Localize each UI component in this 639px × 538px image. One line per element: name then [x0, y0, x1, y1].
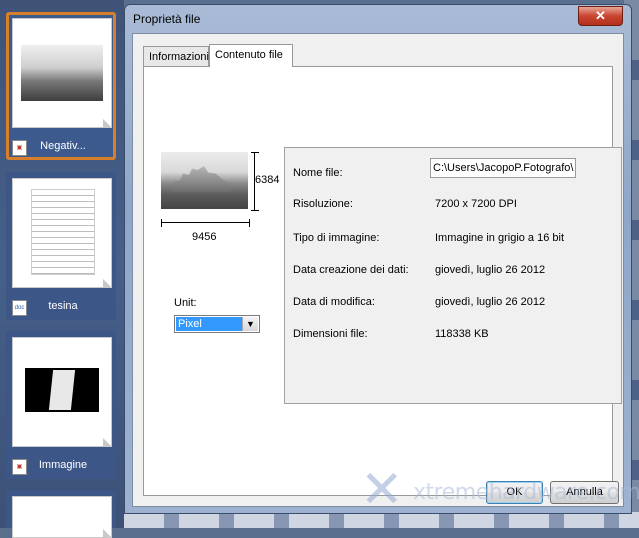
preview-town-shape	[171, 166, 231, 192]
background-window-edge	[124, 512, 639, 528]
thumbnail-preview	[12, 18, 112, 128]
thumbnail-preview	[12, 178, 112, 288]
ok-button[interactable]: OK	[486, 481, 543, 504]
image-type-label: Tipo di immagine:	[293, 232, 380, 244]
cancel-button[interactable]: Annulla	[550, 481, 619, 504]
thumbnail-label: Negativ...	[40, 140, 86, 152]
resolution-label: Risoluzione:	[293, 198, 353, 210]
image-type-value: Immagine in grigio a 16 bit	[435, 232, 565, 244]
tab-contenuto-file[interactable]: Contenuto file	[209, 44, 293, 67]
thumbnail-negativ[interactable]: ▣ Negativ...	[6, 12, 116, 160]
file-size-value: 118338 KB	[435, 328, 489, 340]
image-width-value: 9456	[192, 231, 217, 243]
created-date-label: Data creazione dei dati:	[293, 264, 409, 276]
image-height-value: 6384	[255, 174, 280, 186]
created-date-value: giovedì, luglio 26 2012	[435, 264, 546, 276]
thumbnail-label: tesina	[48, 300, 78, 312]
unit-label: Unit:	[174, 297, 197, 309]
document-thumbnail	[31, 189, 95, 275]
dialog-client-area: Informazioni Contenuto file 9456 6384 Un…	[132, 33, 624, 507]
chevron-down-icon[interactable]: ▼	[242, 317, 258, 331]
thumbnail-panel: ▣ Negativ... doc tesina ▣ Immagine	[0, 0, 124, 538]
dialog-title: Proprietà file	[133, 12, 201, 26]
modified-date-value: giovedì, luglio 26 2012	[435, 296, 546, 308]
unit-selected-value: Pixel	[176, 317, 242, 331]
tab-panel: 9456 6384 Unit: Pixel ▼ Nome file: C:\Us…	[143, 66, 622, 496]
image-thumbnail	[25, 368, 99, 412]
thumbnail-tesina[interactable]: doc tesina	[6, 172, 116, 320]
title-bar[interactable]: Proprietà file ✕	[125, 5, 631, 33]
thumbnail-immagine[interactable]: ▣ Immagine	[6, 331, 116, 479]
thumbnail-partial[interactable]	[6, 490, 116, 538]
file-size-label: Dimensioni file:	[293, 328, 368, 340]
file-name-field[interactable]: C:\Users\JacopoP.Fotografo\	[430, 158, 576, 178]
close-icon: ✕	[595, 8, 606, 23]
close-button[interactable]: ✕	[578, 6, 623, 26]
file-properties-dialog: Proprietà file ✕ Informazioni Contenuto …	[124, 4, 632, 514]
document-thumbnail	[48, 370, 76, 410]
modified-date-label: Data di modifica:	[293, 296, 375, 308]
file-name-label: Nome file:	[293, 167, 343, 179]
photo-thumbnail	[21, 45, 103, 101]
thumbnail-preview	[12, 337, 112, 447]
thumbnail-preview	[12, 496, 112, 538]
tab-informazioni[interactable]: Informazioni	[143, 46, 209, 66]
image-preview	[161, 152, 248, 209]
file-info-box: Nome file: C:\Users\JacopoP.Fotografo\ R…	[284, 147, 622, 404]
resolution-value: 7200 x 7200 DPI	[435, 198, 517, 210]
thumbnail-label: Immagine	[38, 459, 88, 471]
unit-dropdown[interactable]: Pixel ▼	[174, 315, 260, 333]
width-dimension-marker	[161, 219, 250, 227]
